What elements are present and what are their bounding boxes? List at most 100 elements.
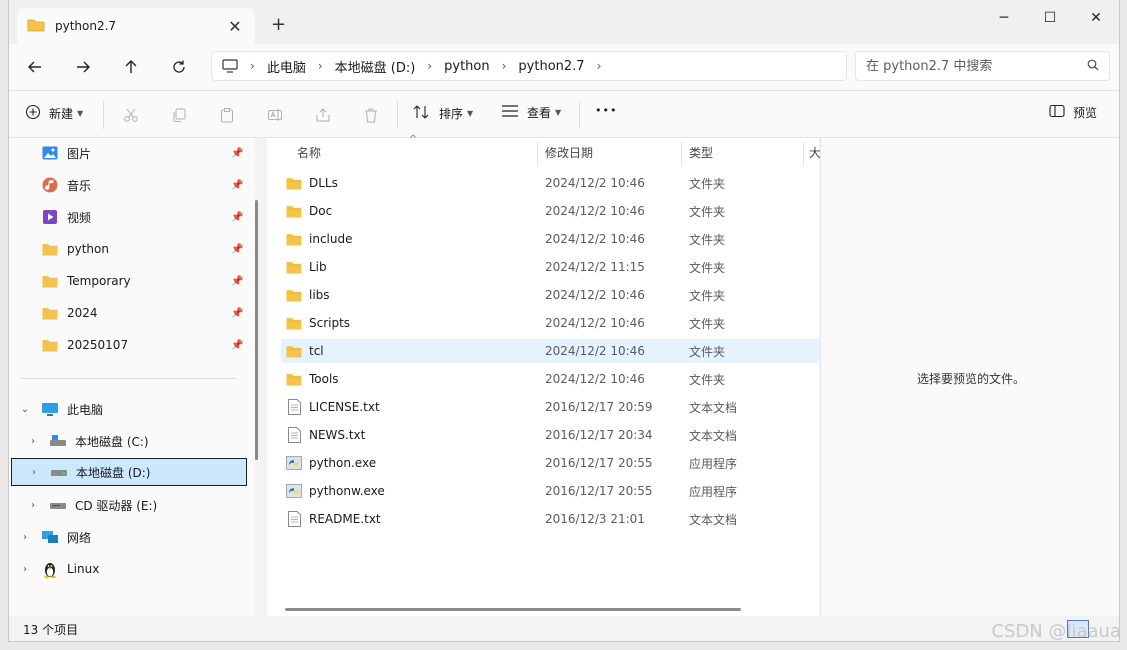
breadcrumb-drive-d[interactable]: 本地磁盘 (D:): [335, 57, 416, 76]
file-type: 文件夹: [689, 288, 726, 303]
refresh-icon[interactable]: [167, 55, 191, 79]
sidebar-item-drive-e[interactable]: › CD 驱动器 (E:): [27, 491, 157, 519]
tab-python27[interactable]: python2.7 ✕: [17, 8, 255, 44]
navigation-bar: › 此电脑 › 本地磁盘 (D:) › python › python2.7 ›: [9, 44, 1119, 90]
file-row[interactable]: Lib 2024/12/2 11:15 文件夹: [281, 255, 819, 279]
file-row[interactable]: libs 2024/12/2 10:46 文件夹: [281, 283, 819, 307]
pin-icon[interactable]: 📌: [231, 340, 243, 351]
file-row[interactable]: pythonw.exe 2016/12/17 20:55 应用程序: [281, 479, 819, 503]
delete-icon[interactable]: [361, 105, 381, 125]
sidebar-item-drive-c[interactable]: › 本地磁盘 (C:): [27, 427, 149, 455]
new-tab-button[interactable]: +: [271, 14, 286, 35]
sidebar-item-this-pc[interactable]: ⌄ 此电脑: [19, 395, 103, 423]
forward-arrow-icon[interactable]: [71, 55, 95, 79]
file-type: 文本文档: [689, 512, 738, 527]
breadcrumb-python[interactable]: python: [444, 59, 489, 74]
network-icon: [41, 529, 59, 545]
maximize-button[interactable]: ☐: [1027, 4, 1073, 32]
chevron-right-icon[interactable]: ›: [19, 532, 31, 543]
preview-pane-icon: [1049, 104, 1065, 121]
search-icon[interactable]: [1087, 59, 1099, 74]
text-file-icon: [285, 511, 303, 527]
file-name: Tools: [309, 372, 339, 386]
pin-icon[interactable]: 📌: [231, 212, 243, 223]
file-date: 2024/12/2 10:46: [545, 176, 645, 190]
column-divider[interactable]: [537, 142, 538, 166]
sidebar-item-20250107[interactable]: 20250107: [41, 331, 128, 359]
cut-icon[interactable]: [121, 105, 141, 125]
chevron-right-icon[interactable]: ›: [427, 59, 432, 73]
file-row[interactable]: Doc 2024/12/2 10:46 文件夹: [281, 199, 819, 223]
column-divider[interactable]: [803, 142, 804, 166]
breadcrumb: › 此电脑 › 本地磁盘 (D:) › python › python2.7 ›: [238, 57, 613, 76]
rename-icon[interactable]: [265, 105, 285, 125]
file-row[interactable]: tcl 2024/12/2 10:46 文件夹: [281, 339, 819, 363]
copy-icon[interactable]: [169, 105, 189, 125]
chevron-right-icon[interactable]: ›: [19, 564, 31, 575]
chevron-down-icon: ▼: [77, 109, 84, 118]
file-name: Doc: [309, 204, 333, 218]
sidebar-item-label: 图片: [67, 146, 92, 161]
address-bar[interactable]: › 此电脑 › 本地磁盘 (D:) › python › python2.7 ›: [211, 51, 847, 81]
new-label: 新建: [49, 107, 74, 121]
cd-drive-icon: [49, 497, 67, 513]
sidebar-item-drive-d[interactable]: › 本地磁盘 (D:): [11, 458, 247, 486]
chevron-down-icon: ▼: [555, 108, 562, 117]
file-row[interactable]: include 2024/12/2 10:46 文件夹: [281, 227, 819, 251]
chevron-right-icon[interactable]: ›: [250, 59, 255, 73]
status-bar: 13 个项目: [9, 616, 1119, 641]
breadcrumb-this-pc[interactable]: 此电脑: [267, 57, 306, 76]
more-options-button[interactable]: •••: [595, 104, 617, 117]
pin-icon[interactable]: 📌: [231, 148, 243, 159]
sidebar-item-music[interactable]: 音乐: [41, 171, 91, 199]
new-button[interactable]: 新建 ▼: [25, 104, 83, 123]
sidebar-item-2024[interactable]: 2024: [41, 299, 98, 327]
view-button[interactable]: 查看 ▼: [501, 104, 561, 121]
file-row[interactable]: NEWS.txt 2016/12/17 20:34 文本文档: [281, 423, 819, 447]
share-icon[interactable]: [313, 105, 333, 125]
up-arrow-icon[interactable]: [119, 55, 143, 79]
sidebar-item-network[interactable]: › 网络: [19, 523, 91, 551]
file-row[interactable]: python.exe 2016/12/17 20:55 应用程序: [281, 451, 819, 475]
close-tab-icon[interactable]: ✕: [225, 17, 245, 36]
preview-button[interactable]: 预览: [1049, 104, 1097, 121]
column-header-name[interactable]: 名称: [297, 138, 321, 166]
column-header-date[interactable]: 修改日期: [545, 138, 593, 166]
sidebar-scrollbar[interactable]: [255, 200, 258, 460]
close-window-button[interactable]: ✕: [1073, 4, 1119, 32]
breadcrumb-python27[interactable]: python2.7: [518, 59, 584, 74]
text-file-icon: [285, 399, 303, 415]
file-row[interactable]: Tools 2024/12/2 10:46 文件夹: [281, 367, 819, 391]
chevron-right-icon[interactable]: ›: [502, 59, 507, 73]
chevron-right-icon[interactable]: ›: [28, 467, 40, 478]
file-type: 文件夹: [689, 372, 726, 387]
pin-icon[interactable]: 📌: [231, 308, 243, 319]
back-arrow-icon[interactable]: [23, 55, 47, 79]
chevron-right-icon[interactable]: ›: [27, 436, 39, 447]
sidebar-item-python[interactable]: python: [41, 235, 109, 263]
file-row[interactable]: Scripts 2024/12/2 10:46 文件夹: [281, 311, 819, 335]
sidebar-item-pictures[interactable]: 图片: [41, 139, 91, 167]
file-row[interactable]: README.txt 2016/12/3 21:01 文本文档: [281, 507, 819, 531]
column-header-type[interactable]: 类型: [689, 138, 713, 166]
sidebar-item-linux[interactable]: › Linux: [19, 555, 99, 583]
sort-button[interactable]: 排序 ▼: [413, 104, 473, 123]
horizontal-scrollbar[interactable]: [285, 608, 741, 611]
chevron-right-icon[interactable]: ›: [597, 59, 602, 73]
pin-icon[interactable]: 📌: [231, 180, 243, 191]
pin-icon[interactable]: 📌: [231, 244, 243, 255]
column-divider[interactable]: [681, 142, 682, 166]
minimize-button[interactable]: ─: [981, 4, 1027, 32]
folder-icon: [285, 315, 303, 331]
file-row[interactable]: DLLs 2024/12/2 10:46 文件夹: [281, 171, 819, 195]
paste-icon[interactable]: [217, 105, 237, 125]
search-input[interactable]: [866, 58, 1087, 74]
item-count: 13 个项目: [23, 622, 79, 637]
sidebar-item-videos[interactable]: 视频: [41, 203, 91, 231]
sidebar-item-temporary[interactable]: Temporary: [41, 267, 131, 295]
chevron-down-icon[interactable]: ⌄: [19, 404, 31, 415]
file-row[interactable]: LICENSE.txt 2016/12/17 20:59 文本文档: [281, 395, 819, 419]
pin-icon[interactable]: 📌: [231, 276, 243, 287]
chevron-right-icon[interactable]: ›: [27, 500, 39, 511]
chevron-right-icon[interactable]: ›: [318, 59, 323, 73]
